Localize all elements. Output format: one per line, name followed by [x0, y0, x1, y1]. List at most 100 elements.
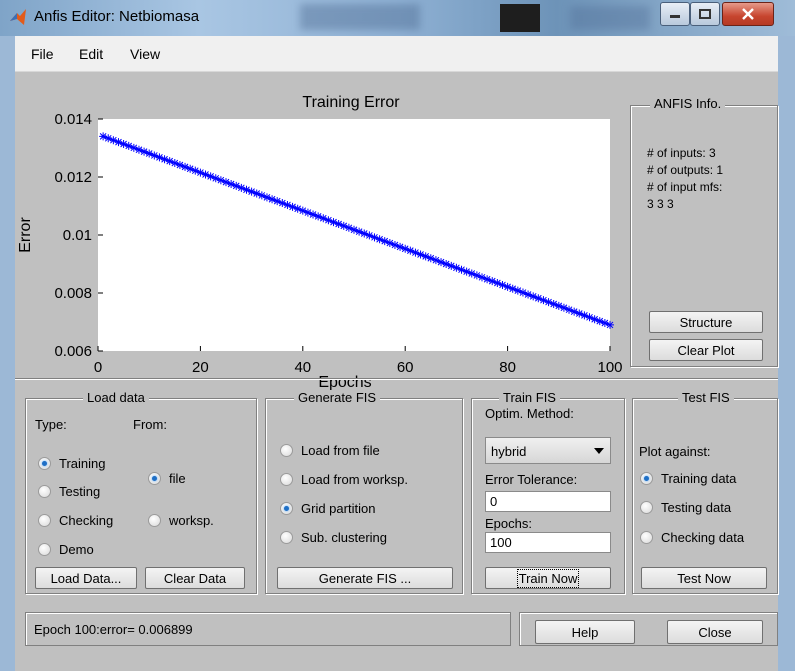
optim-method-value: hybrid [491, 444, 527, 459]
epochs-input[interactable]: 100 [485, 532, 611, 553]
load-data-button-label: Load Data... [50, 570, 122, 586]
x-axis-label: Epochs [318, 374, 371, 391]
y-tick-label: 0.012 [54, 169, 92, 186]
radio-grid-partition[interactable]: Grid partition [280, 501, 375, 516]
clear-data-button[interactable]: Clear Data [145, 567, 245, 589]
generate-fis-button-label: Generate FIS ... [318, 570, 412, 586]
radio-dot [148, 472, 161, 485]
menu-file[interactable]: File [31, 46, 54, 62]
radio-source-workspace[interactable]: worksp. [148, 513, 214, 528]
training-error-plot: Training Error Epochs Error 0 20 40 60 80 100… [17, 94, 623, 391]
x-tick-label: 100 [597, 359, 622, 376]
y-tick-label: 0.008 [54, 285, 92, 302]
load-data-button[interactable]: Load Data... [35, 567, 137, 589]
train-fis-title: Train FIS [499, 390, 560, 405]
x-tick-label: 40 [294, 359, 311, 376]
help-button-label: Help [571, 624, 599, 640]
anfis-info-title: ANFIS Info. [650, 96, 726, 111]
radio-label: worksp. [169, 513, 214, 528]
generate-fis-panel [265, 398, 463, 594]
radio-dot [38, 457, 51, 470]
info-input-mfs-values: 3 3 3 [647, 197, 674, 211]
clear-plot-button[interactable]: Clear Plot [649, 339, 763, 361]
train-now-button-label: Train Now [516, 568, 580, 588]
info-outputs: # of outputs: 1 [647, 163, 724, 177]
clear-data-button-label: Clear Data [163, 570, 227, 586]
info-inputs: # of inputs: 3 [647, 146, 716, 160]
radio-type-demo[interactable]: Demo [38, 542, 94, 557]
menu-view[interactable]: View [130, 46, 160, 62]
y-tick-label: 0.01 [63, 227, 92, 244]
test-now-button[interactable]: Test Now [641, 567, 767, 589]
radio-plot-checking-data[interactable]: Checking data [640, 530, 744, 545]
radio-type-testing[interactable]: Testing [38, 484, 100, 499]
background-blur [300, 4, 420, 30]
plot-area [98, 119, 610, 351]
client-area: Training Error Epochs Error 0 20 40 60 80 100… [15, 72, 778, 671]
radio-label: Load from file [301, 443, 380, 458]
radio-dot [640, 501, 653, 514]
clear-plot-button-label: Clear Plot [677, 342, 735, 358]
radio-label: Grid partition [301, 501, 376, 516]
error-tolerance-input[interactable]: 0 [485, 491, 611, 512]
epochs-label: Epochs: [485, 516, 532, 531]
radio-dot [280, 531, 293, 544]
minimize-icon [670, 15, 680, 18]
plot-title: Training Error [302, 94, 400, 111]
optim-method-select[interactable]: hybrid [485, 437, 611, 464]
menu-edit[interactable]: Edit [79, 46, 103, 62]
radio-type-checking[interactable]: Checking [38, 513, 113, 528]
radio-load-from-workspace[interactable]: Load from worksp. [280, 472, 408, 487]
train-now-button[interactable]: Train Now [485, 567, 611, 589]
radio-label: Load from worksp. [301, 472, 408, 487]
radio-dot [38, 485, 51, 498]
radio-source-file[interactable]: file [148, 471, 186, 486]
generate-fis-button[interactable]: Generate FIS ... [277, 567, 453, 589]
x-tick-label: 20 [192, 359, 209, 376]
status-text: Epoch 100:error= 0.006899 [34, 622, 193, 637]
radio-label: Testing data [661, 500, 732, 515]
radio-plot-training-data[interactable]: Training data [640, 471, 736, 486]
minimize-button[interactable] [660, 2, 690, 26]
menu-bar: File Edit View [15, 36, 778, 72]
x-tick-label: 80 [499, 359, 516, 376]
radio-dot [640, 472, 653, 485]
separator [15, 378, 778, 380]
radio-load-from-file[interactable]: Load from file [280, 443, 380, 458]
error-tolerance-label: Error Tolerance: [485, 472, 578, 487]
radio-dot [280, 473, 293, 486]
structure-button-label: Structure [679, 314, 733, 330]
radio-sub-clustering[interactable]: Sub. clustering [280, 530, 387, 545]
window-title: Anfis Editor: Netbiomasa [34, 8, 200, 25]
radio-dot [38, 543, 51, 556]
close-icon [742, 8, 754, 20]
test-now-button-label: Test Now [677, 570, 731, 586]
radio-dot [280, 444, 293, 457]
maximize-button[interactable] [690, 2, 720, 26]
close-button[interactable]: Close [667, 620, 763, 644]
info-input-mfs-label: # of input mfs: [647, 180, 723, 194]
generate-fis-title: Generate FIS [294, 390, 381, 405]
radio-type-training[interactable]: Training [38, 456, 105, 471]
radio-label: Checking [59, 513, 114, 528]
radio-label: Training [59, 456, 106, 471]
x-tick-label: 0 [94, 359, 102, 376]
radio-dot [148, 514, 161, 527]
radio-label: Checking data [661, 530, 745, 545]
y-axis-label: Error [17, 217, 34, 253]
type-label: Type: [35, 417, 67, 432]
window-border-right [778, 36, 795, 671]
chevron-down-icon [594, 448, 604, 454]
plot-against-label: Plot against: [639, 444, 711, 459]
background-blur [570, 6, 650, 30]
maximize-icon [699, 9, 711, 19]
radio-dot [640, 531, 653, 544]
structure-button[interactable]: Structure [649, 311, 763, 333]
error-data-point [606, 320, 614, 329]
radio-label: Sub. clustering [301, 530, 387, 545]
help-button[interactable]: Help [535, 620, 635, 644]
radio-plot-testing-data[interactable]: Testing data [640, 500, 731, 515]
optim-method-label: Optim. Method: [485, 406, 574, 421]
window-border-left [0, 36, 15, 671]
close-window-button[interactable] [722, 2, 774, 26]
